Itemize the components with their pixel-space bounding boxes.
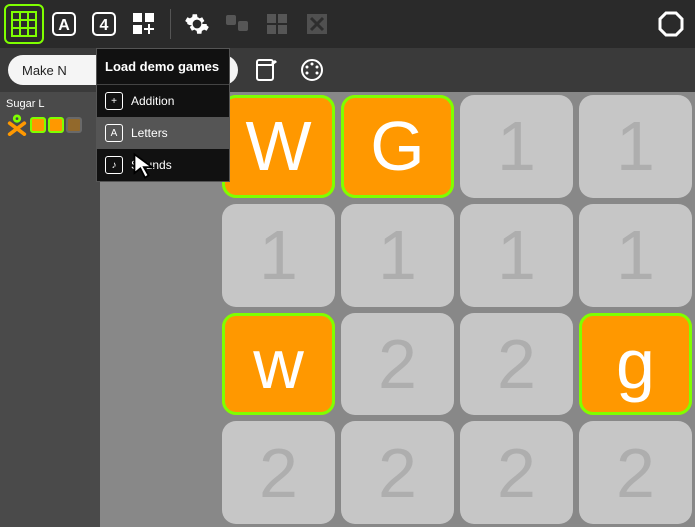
card-tile-back[interactable]: 1 xyxy=(579,204,692,307)
card-tile-back[interactable]: 2 xyxy=(222,421,335,524)
svg-text:A: A xyxy=(58,17,70,34)
menu-item-icon: A xyxy=(105,124,123,142)
menu-item-icon: + xyxy=(105,92,123,110)
close-button[interactable] xyxy=(299,6,335,42)
menu-item-letters[interactable]: A Letters xyxy=(97,117,229,149)
svg-text:4: 4 xyxy=(100,17,109,34)
card-tile-back[interactable]: 1 xyxy=(579,95,692,198)
card-tile-back[interactable]: 1 xyxy=(460,204,573,307)
card-tile-back[interactable]: 2 xyxy=(460,421,573,524)
project-thumb[interactable] xyxy=(6,114,94,136)
card-tile-back[interactable]: 1 xyxy=(341,204,454,307)
thumb-tile-icon xyxy=(48,117,64,133)
activity-icon[interactable] xyxy=(6,6,42,42)
thumb-tile-icon xyxy=(30,117,46,133)
make-label: Make N xyxy=(22,63,67,78)
project-label: Sugar L xyxy=(6,98,94,110)
project-sidebar: Sugar L xyxy=(0,92,100,527)
settings-button[interactable] xyxy=(179,6,215,42)
palette-button[interactable] xyxy=(294,52,330,88)
sugar-person-icon xyxy=(6,114,28,136)
menu-item-addition[interactable]: + Addition xyxy=(97,85,229,117)
card-tile-face[interactable]: g xyxy=(579,313,692,416)
journal-button[interactable] xyxy=(248,52,284,88)
card-tile-back[interactable]: 1 xyxy=(460,95,573,198)
menu-title: Load demo games xyxy=(97,49,229,85)
menu-item-sounds[interactable]: ♪ Sounds xyxy=(97,149,229,181)
card-tile-back[interactable]: 2 xyxy=(341,313,454,416)
card-tile-back[interactable]: 2 xyxy=(579,421,692,524)
number-mode-button[interactable]: 4 xyxy=(86,6,122,42)
grid-view-button[interactable] xyxy=(259,6,295,42)
main-toolbar: A 4 xyxy=(0,0,695,48)
menu-item-icon: ♪ xyxy=(105,156,123,174)
card-tile-back[interactable]: 2 xyxy=(341,421,454,524)
letter-mode-button[interactable]: A xyxy=(46,6,82,42)
demo-games-menu: Load demo games + Addition A Letters ♪ Sounds xyxy=(96,48,230,182)
card-tile-back[interactable]: 1 xyxy=(222,204,335,307)
card-tile-back[interactable]: 2 xyxy=(460,313,573,416)
new-grid-button[interactable] xyxy=(126,6,162,42)
menu-item-label: Letters xyxy=(131,126,168,140)
divider xyxy=(170,9,171,39)
menu-item-label: Addition xyxy=(131,94,174,108)
puzzle-button[interactable] xyxy=(219,6,255,42)
thumb-tile-icon xyxy=(66,117,82,133)
card-tile-face[interactable]: W xyxy=(222,95,335,198)
card-tile-face[interactable]: G xyxy=(341,95,454,198)
stop-button[interactable] xyxy=(653,6,689,42)
card-tile-face[interactable]: w xyxy=(222,313,335,416)
menu-item-label: Sounds xyxy=(131,158,172,172)
